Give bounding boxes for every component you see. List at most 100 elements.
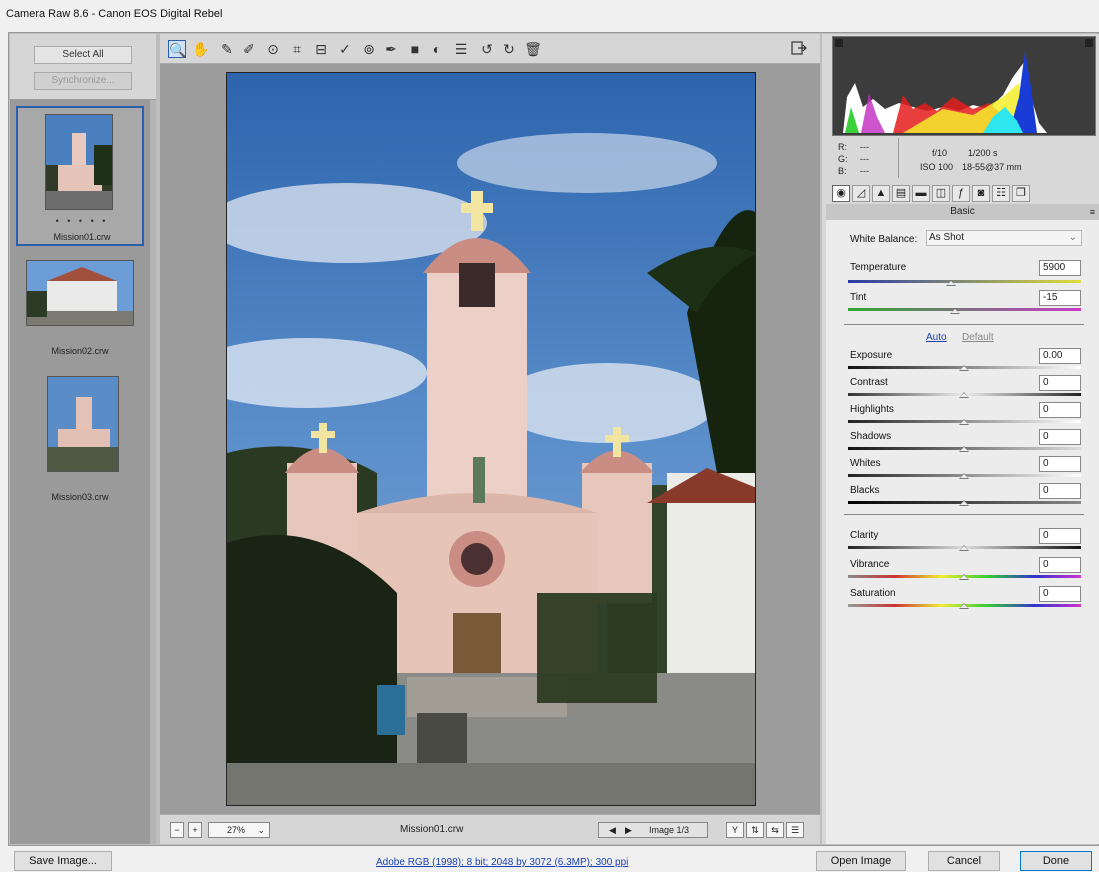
thumbnail-label: Mission01.crw [53, 232, 111, 242]
temperature-slider-thumb[interactable] [945, 280, 956, 286]
hand-icon[interactable]: ✋ [192, 40, 210, 58]
cancel-button[interactable]: Cancel [928, 851, 1000, 871]
crop-icon[interactable]: ⌗ [288, 40, 306, 58]
slider-value-input[interactable]: 0 [1039, 375, 1081, 391]
filmstrip-scrollbar[interactable] [150, 100, 156, 844]
white-balance-label: White Balance: [850, 234, 918, 245]
thumbnail-image [45, 114, 113, 210]
tint-input[interactable]: -15 [1039, 290, 1081, 306]
lens-corrections-tab-icon[interactable]: ◫ [932, 185, 950, 202]
slider-label: Saturation [850, 588, 896, 599]
rotate-cw-icon[interactable]: ↻ [500, 40, 518, 58]
temperature-slider[interactable] [848, 280, 1081, 283]
color-sampler-icon[interactable]: ✐ [240, 40, 258, 58]
slider-value-input[interactable]: 0 [1039, 456, 1081, 472]
straighten-icon[interactable]: ⊟ [312, 40, 330, 58]
synchronize-button[interactable]: Synchronize... [34, 72, 132, 90]
section-divider [844, 514, 1084, 515]
slider-value-input[interactable]: 0 [1039, 402, 1081, 418]
split-toning-tab-icon[interactable]: ▬ [912, 185, 930, 202]
done-button[interactable]: Done [1020, 851, 1092, 871]
slider-value-input[interactable]: 0.00 [1039, 348, 1081, 364]
default-link[interactable]: Default [962, 332, 994, 343]
effects-tab-icon[interactable]: ƒ [952, 185, 970, 202]
preview-image[interactable] [226, 72, 756, 806]
zoom-icon[interactable]: 🔍 [168, 40, 186, 58]
open-image-button[interactable]: Open Image [816, 851, 906, 871]
red-eye-icon[interactable]: ⊚ [360, 40, 378, 58]
rating-dots[interactable]: • • • • • [18, 216, 146, 226]
workflow-options-link[interactable]: Adobe RGB (1998); 8 bit; 2048 by 3072 (6… [376, 857, 628, 868]
slider-value-input[interactable]: 0 [1039, 557, 1081, 573]
slider-thumb[interactable] [959, 365, 969, 371]
filmstrip-item-mission01[interactable]: • • • • • Mission01.crw [16, 106, 144, 246]
slider-value-input[interactable]: 0 [1039, 429, 1081, 445]
chevron-down-icon: ⌄ [1068, 232, 1077, 243]
slider-thumb[interactable] [959, 473, 969, 479]
rgb-r-value: --- [860, 142, 869, 152]
white-balance-select[interactable]: As Shot ⌄ [926, 230, 1082, 246]
snapshots-tab-icon[interactable]: ❐ [1012, 185, 1030, 202]
zoom-in-button[interactable]: + [188, 822, 202, 838]
tint-slider[interactable] [848, 308, 1081, 311]
slider-thumb[interactable] [959, 603, 969, 609]
preferences-icon[interactable]: ☰ [452, 40, 470, 58]
slider-thumb[interactable] [959, 419, 969, 425]
filmstrip-item-mission02[interactable]: Mission02.crw [16, 256, 144, 356]
targeted-adjustment-icon[interactable]: ⊙ [264, 40, 282, 58]
camera-calibration-tab-icon[interactable]: ◙ [972, 185, 990, 202]
trash-icon[interactable]: 🗑 [524, 40, 542, 58]
spot-removal-icon[interactable]: ✓ [336, 40, 354, 58]
panel-menu-icon[interactable]: ≡ [1090, 204, 1095, 220]
hsl-tab-icon[interactable]: ▤ [892, 185, 910, 202]
histogram [832, 36, 1096, 136]
radial-filter-icon[interactable]: ◐ [428, 40, 446, 58]
rgb-g-label: G: [838, 154, 848, 164]
white-balance-icon[interactable]: ✎ [218, 40, 236, 58]
tone-curve-tab-icon[interactable]: ◿ [852, 185, 870, 202]
presets-tab-icon[interactable]: ☷ [992, 185, 1010, 202]
auto-link[interactable]: Auto [926, 332, 947, 343]
next-image-icon[interactable]: ▶ [625, 823, 632, 837]
slider-thumb[interactable] [959, 392, 969, 398]
white-balance-value: As Shot [929, 232, 965, 243]
thumbnail-image [47, 376, 119, 472]
slider-label: Exposure [850, 350, 893, 361]
filmstrip-item-mission03[interactable]: Mission03.crw [16, 372, 144, 512]
slider-thumb[interactable] [959, 574, 969, 580]
save-image-button[interactable]: Save Image... [14, 851, 112, 871]
select-all-button[interactable]: Select All [34, 46, 132, 64]
previous-image-icon[interactable]: ◀ [609, 823, 616, 837]
slider-value-input[interactable]: 0 [1039, 586, 1081, 602]
zoom-level-select[interactable]: 27% ⌄ [208, 822, 270, 838]
before-after-icon[interactable]: Y [726, 822, 744, 838]
image-counter: Image 1/3 [649, 825, 690, 835]
slider-label: Shadows [850, 431, 892, 442]
basic-tab-icon[interactable]: ◉ [832, 185, 850, 202]
slider-thumb[interactable] [959, 545, 969, 551]
copy-settings-icon[interactable]: ⇆ [766, 822, 784, 838]
slider-thumb[interactable] [959, 446, 969, 452]
filmstrip: Select All Synchronize... • • • • • Miss… [10, 34, 156, 844]
zoom-out-button[interactable]: − [170, 822, 184, 838]
dialog-footer: Save Image... Adobe RGB (1998); 8 bit; 2… [0, 846, 1099, 872]
image-navigator: ◀ ▶ Image 1/3 [598, 822, 708, 838]
rotate-ccw-icon[interactable]: ↺ [478, 40, 496, 58]
slider-label: Clarity [850, 530, 879, 541]
slider-value-input[interactable]: 0 [1039, 528, 1081, 544]
slider-label: Contrast [850, 377, 888, 388]
temperature-input[interactable]: 5900 [1039, 260, 1081, 276]
fullscreen-toggle-icon[interactable] [790, 40, 808, 58]
adjustment-brush-icon[interactable]: ✒ [382, 40, 400, 58]
temperature-label: Temperature [850, 262, 907, 273]
rgb-g-value: --- [860, 154, 869, 164]
slider-thumb[interactable] [959, 500, 969, 506]
slider-value-input[interactable]: 0 [1039, 483, 1081, 499]
toggle-settings-icon[interactable]: ☰ [786, 822, 804, 838]
slider-label: Whites [850, 458, 881, 469]
graduated-filter-icon[interactable]: ■ [406, 40, 424, 58]
thumbnail-label: Mission03.crw [51, 492, 109, 502]
swap-settings-icon[interactable]: ⇅ [746, 822, 764, 838]
detail-tab-icon[interactable]: ▲ [872, 185, 890, 202]
tint-slider-thumb[interactable] [950, 308, 961, 314]
